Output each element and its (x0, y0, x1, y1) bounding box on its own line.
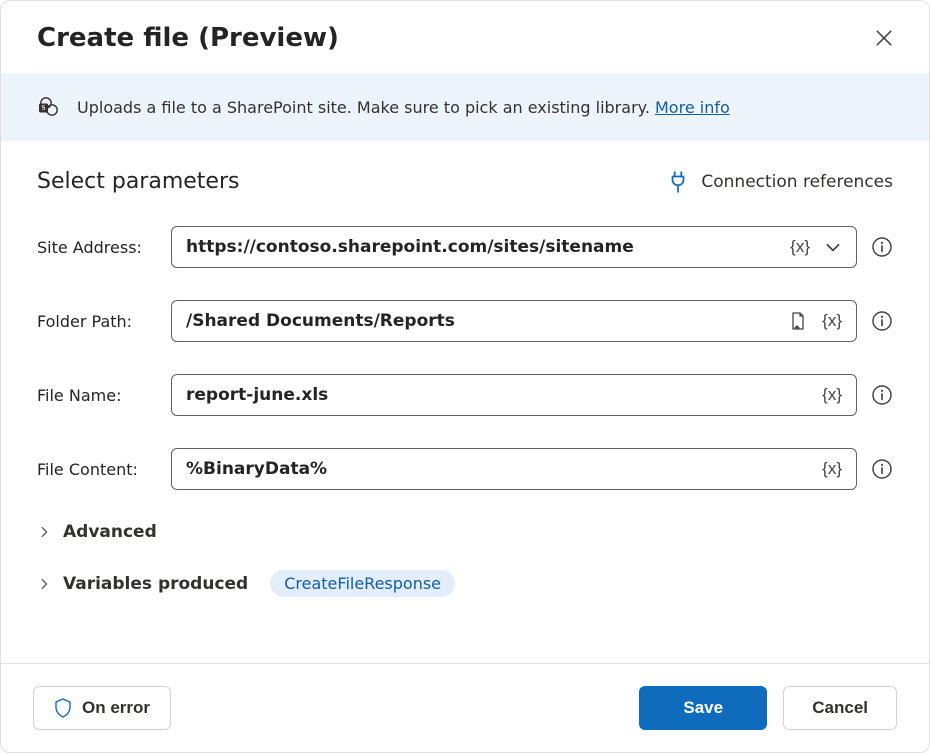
close-icon (875, 29, 893, 47)
close-button[interactable] (869, 23, 899, 53)
dialog-content: Select parameters Connection references … (1, 141, 929, 663)
section-header: Select parameters Connection references (37, 169, 893, 194)
connection-references-label: Connection references (701, 172, 893, 192)
info-icon (871, 384, 893, 406)
save-button[interactable]: Save (639, 686, 767, 730)
folder-path-label: Folder Path: (37, 312, 153, 331)
chevron-right-icon (37, 577, 51, 591)
on-error-label: On error (82, 698, 150, 718)
shield-icon (54, 698, 72, 718)
advanced-expander[interactable]: Advanced (37, 522, 893, 542)
folder-path-info[interactable] (871, 310, 893, 332)
section-title: Select parameters (37, 169, 239, 194)
variables-produced-label: Variables produced (63, 574, 248, 594)
file-content-label: File Content: (37, 460, 153, 479)
banner-description: Uploads a file to a SharePoint site. Mak… (77, 98, 655, 117)
cancel-button[interactable]: Cancel (783, 686, 897, 730)
description-banner: S Uploads a file to a SharePoint site. M… (1, 73, 929, 141)
save-label: Save (683, 698, 723, 718)
variables-produced-expander[interactable]: Variables produced CreateFileResponse (37, 570, 893, 597)
cancel-label: Cancel (812, 698, 868, 718)
plug-icon (669, 171, 687, 193)
advanced-label: Advanced (63, 522, 157, 542)
create-file-dialog: Create file (Preview) S Uploads a file t… (0, 0, 930, 753)
chevron-right-icon (37, 525, 51, 539)
on-error-button[interactable]: On error (33, 686, 171, 730)
sharepoint-icon: S (37, 95, 61, 119)
folder-path-input[interactable]: /Shared Documents/Reports {x} (171, 300, 857, 342)
info-icon (871, 458, 893, 480)
info-icon (871, 310, 893, 332)
connection-references-link[interactable]: Connection references (669, 171, 893, 193)
chevron-down-icon (824, 238, 842, 256)
variable-token-button[interactable]: {x} (818, 309, 846, 333)
file-name-input[interactable]: report-june.xls {x} (171, 374, 857, 416)
file-name-value: report-june.xls (186, 385, 812, 405)
info-icon (871, 236, 893, 258)
variable-token-button[interactable]: {x} (786, 235, 814, 259)
dialog-header: Create file (Preview) (1, 1, 929, 73)
site-address-info[interactable] (871, 236, 893, 258)
file-name-label: File Name: (37, 386, 153, 405)
site-address-dropdown[interactable] (820, 236, 846, 258)
browse-folder-button[interactable] (784, 309, 812, 333)
file-name-row: File Name: report-june.xls {x} (37, 374, 893, 416)
footer-actions: Save Cancel (639, 686, 897, 730)
file-content-input[interactable]: %BinaryData% {x} (171, 448, 857, 490)
variable-token-button[interactable]: {x} (818, 383, 846, 407)
site-address-row: Site Address: https://contoso.sharepoint… (37, 226, 893, 268)
variable-chip[interactable]: CreateFileResponse (270, 570, 455, 597)
file-browse-icon (788, 311, 808, 331)
variable-token-button[interactable]: {x} (818, 457, 846, 481)
folder-path-row: Folder Path: /Shared Documents/Reports {… (37, 300, 893, 342)
site-address-label: Site Address: (37, 238, 153, 257)
file-name-info[interactable] (871, 384, 893, 406)
dialog-footer: On error Save Cancel (1, 663, 929, 752)
file-content-info[interactable] (871, 458, 893, 480)
file-content-value: %BinaryData% (186, 459, 812, 479)
folder-path-value: /Shared Documents/Reports (186, 311, 778, 331)
svg-text:S: S (42, 104, 46, 112)
site-address-input[interactable]: https://contoso.sharepoint.com/sites/sit… (171, 226, 857, 268)
file-content-row: File Content: %BinaryData% {x} (37, 448, 893, 490)
banner-text: Uploads a file to a SharePoint site. Mak… (77, 98, 730, 117)
site-address-value: https://contoso.sharepoint.com/sites/sit… (186, 237, 780, 257)
more-info-link[interactable]: More info (655, 98, 730, 117)
dialog-title: Create file (Preview) (37, 23, 339, 53)
